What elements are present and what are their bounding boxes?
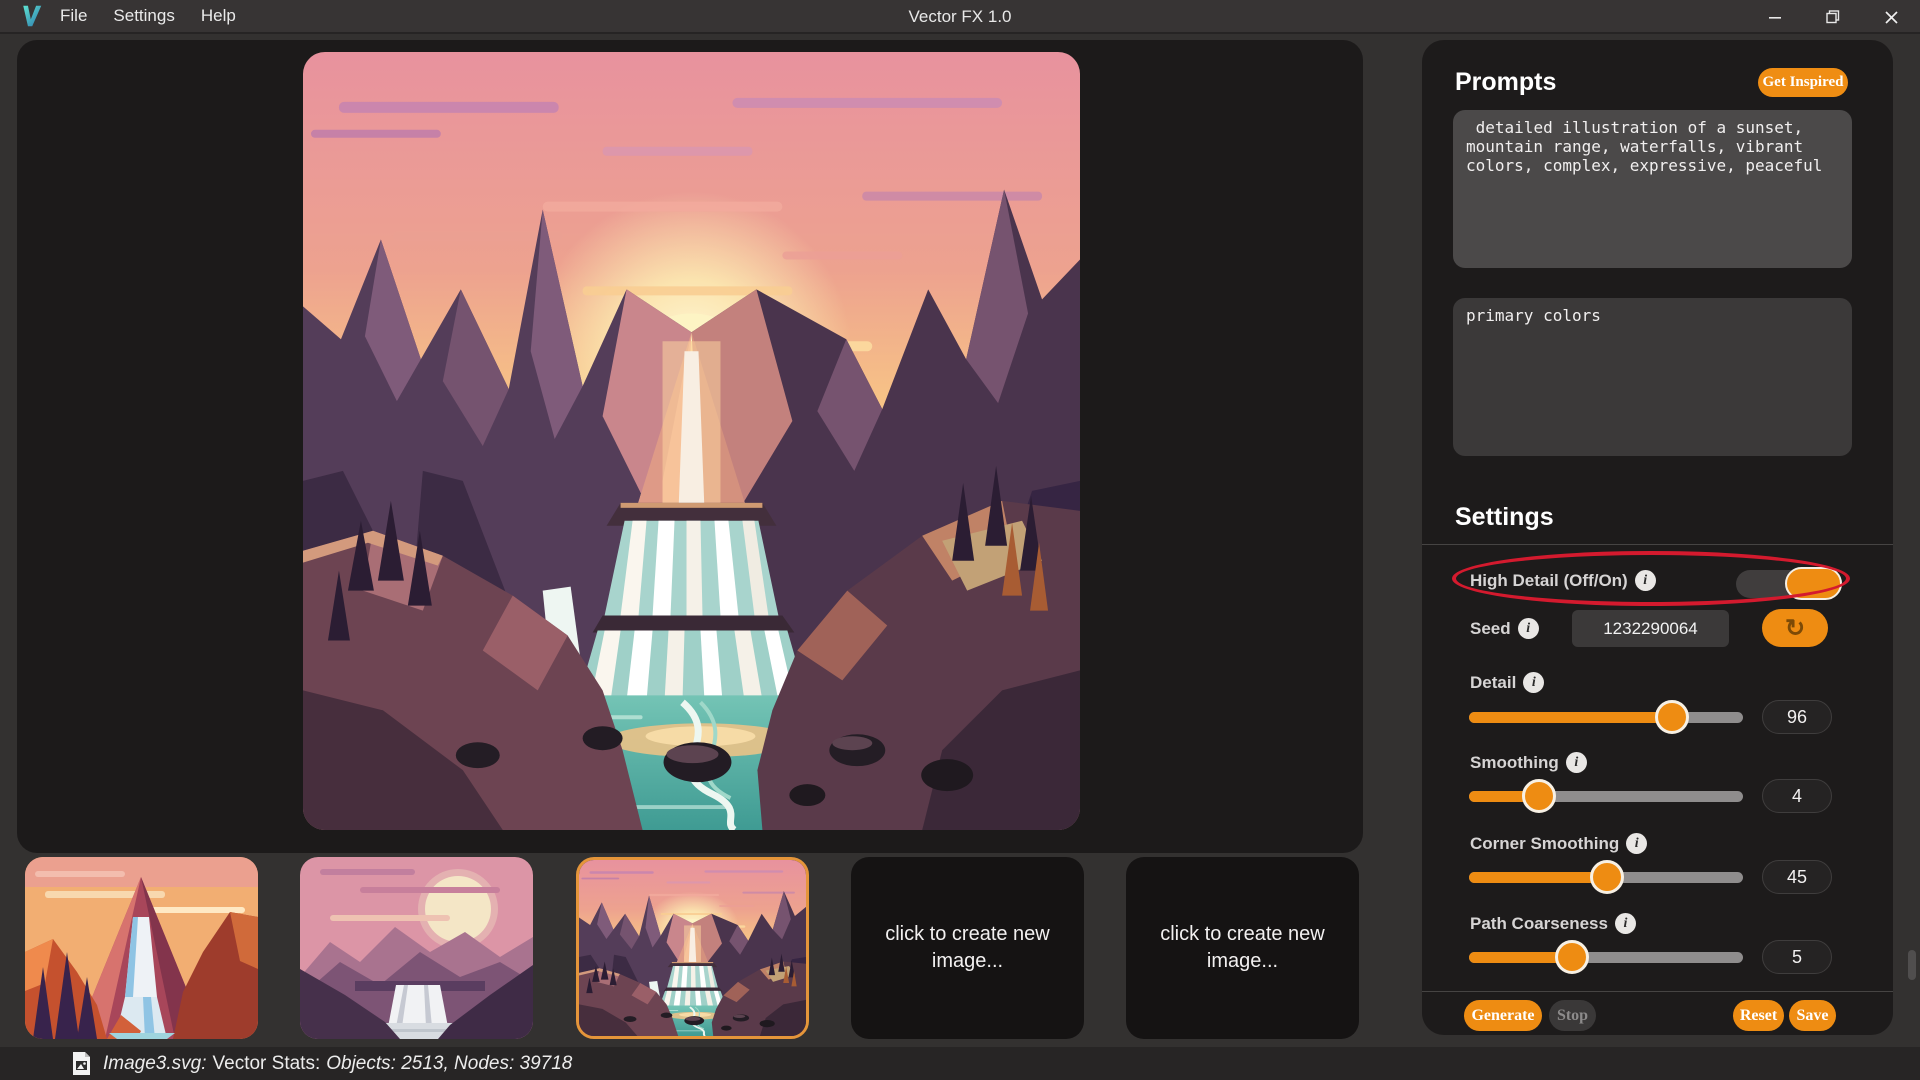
- seed-input[interactable]: 1232290064: [1572, 610, 1729, 647]
- statusbar: Image3.svg: Vector Stats: Objects: 2513,…: [0, 1047, 1920, 1080]
- save-button[interactable]: Save: [1789, 1000, 1836, 1031]
- info-icon[interactable]: i: [1615, 913, 1636, 934]
- maximize-button[interactable]: [1804, 0, 1862, 34]
- settings-heading: Settings: [1455, 503, 1554, 532]
- info-icon[interactable]: i: [1566, 752, 1587, 773]
- create-new-label: click to create new image...: [851, 857, 1084, 1039]
- thumbnail-4-new[interactable]: click to create new image...: [851, 857, 1084, 1039]
- slider-knob[interactable]: [1522, 779, 1556, 813]
- toggle-knob[interactable]: [1785, 567, 1842, 600]
- create-new-label: click to create new image...: [1126, 857, 1359, 1039]
- smoothing-value: 4: [1762, 779, 1832, 813]
- seed-refresh-button[interactable]: ↻: [1762, 609, 1828, 647]
- menu-settings[interactable]: Settings: [113, 6, 174, 26]
- detail-label: Detail i: [1470, 672, 1544, 693]
- thumbnail-2[interactable]: [300, 857, 533, 1039]
- detail-slider[interactable]: [1469, 712, 1743, 723]
- negative-prompt-textarea[interactable]: primary colors: [1453, 298, 1852, 456]
- slider-knob[interactable]: [1555, 940, 1589, 974]
- generate-button[interactable]: Generate: [1464, 1000, 1542, 1031]
- app-window: File Settings Help Vector FX 1.0: [0, 0, 1920, 1080]
- info-icon[interactable]: i: [1518, 618, 1539, 639]
- reset-button[interactable]: Reset: [1733, 1000, 1784, 1031]
- close-button[interactable]: [1862, 0, 1920, 34]
- divider: [1422, 544, 1893, 545]
- path-coarseness-label: Path Coarseness i: [1470, 913, 1636, 934]
- corner-smoothing-value: 45: [1762, 860, 1832, 894]
- path-coarseness-slider[interactable]: [1469, 952, 1743, 963]
- status-stats-label: Vector Stats:: [213, 1053, 321, 1075]
- menu-help[interactable]: Help: [201, 6, 236, 26]
- divider: [1422, 991, 1893, 992]
- info-icon[interactable]: i: [1635, 570, 1656, 591]
- main-image-preview: [303, 52, 1080, 830]
- smoothing-slider[interactable]: [1469, 791, 1743, 802]
- info-icon[interactable]: i: [1626, 833, 1647, 854]
- smoothing-label: Smoothing i: [1470, 752, 1587, 773]
- positive-prompt-textarea[interactable]: detailed illustration of a sunset, mount…: [1453, 110, 1852, 268]
- window-controls: [1746, 0, 1920, 34]
- menu-file[interactable]: File: [60, 6, 87, 26]
- refresh-icon: ↻: [1785, 614, 1805, 643]
- thumbnail-3-selected[interactable]: [576, 857, 809, 1039]
- titlebar: File Settings Help: [0, 0, 1920, 34]
- thumbnail-1[interactable]: [25, 857, 258, 1039]
- thumbnail-5-new[interactable]: click to create new image...: [1126, 857, 1359, 1039]
- app-logo-icon: [20, 3, 44, 29]
- slider-knob[interactable]: [1655, 700, 1689, 734]
- high-detail-label: High Detail (Off/On) i: [1470, 570, 1656, 591]
- status-filename: Image3.svg:: [103, 1053, 207, 1075]
- minimize-button[interactable]: [1746, 0, 1804, 34]
- detail-value: 96: [1762, 700, 1832, 734]
- seed-label: Seed i: [1470, 618, 1539, 639]
- get-inspired-button[interactable]: Get Inspired: [1758, 68, 1848, 97]
- prompts-heading: Prompts: [1455, 68, 1556, 97]
- high-detail-toggle[interactable]: [1736, 570, 1842, 598]
- status-stats-value: Objects: 2513, Nodes: 39718: [326, 1053, 572, 1075]
- info-icon[interactable]: i: [1523, 672, 1544, 693]
- path-coarseness-value: 5: [1762, 940, 1832, 974]
- corner-smoothing-slider[interactable]: [1469, 872, 1743, 883]
- corner-smoothing-label: Corner Smoothing i: [1470, 833, 1647, 854]
- scrollbar-thumb[interactable]: [1908, 950, 1916, 980]
- stop-button[interactable]: Stop: [1549, 1000, 1596, 1031]
- file-image-icon: [72, 1051, 91, 1076]
